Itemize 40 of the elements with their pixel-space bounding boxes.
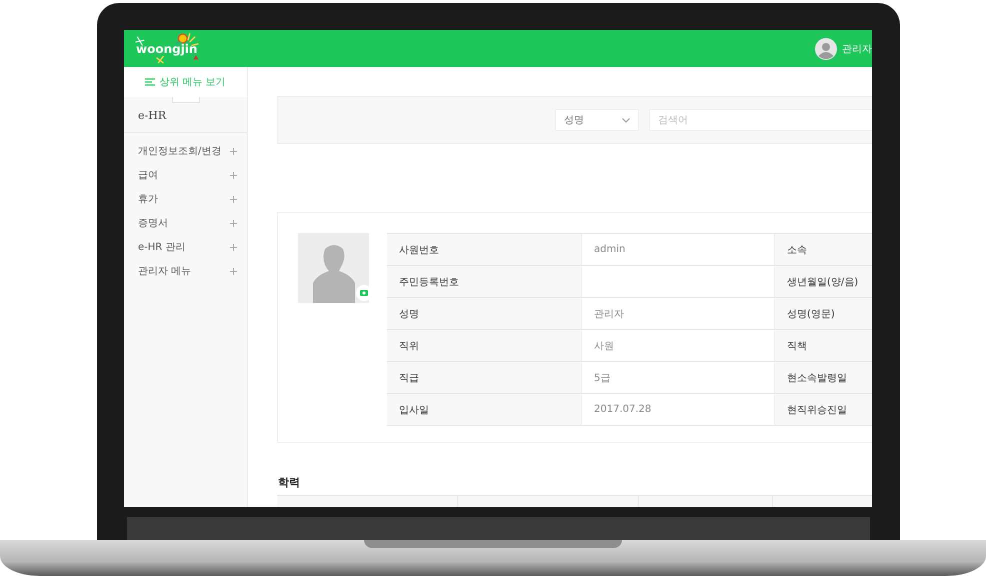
plus-icon[interactable] xyxy=(230,220,237,226)
sidebar-item[interactable]: 관리자 메뉴 xyxy=(124,259,247,283)
field-label: 소속 xyxy=(774,234,872,265)
field-label: 생년월일(양/음) xyxy=(774,266,872,297)
field-label: 사원번호 xyxy=(387,234,581,265)
search-type-select[interactable]: 성명 xyxy=(555,109,639,131)
person-silhouette-icon xyxy=(310,243,356,303)
field-label: 현직위승진일 xyxy=(774,394,872,425)
section-heading: 학력 xyxy=(278,475,301,490)
chevron-down-icon xyxy=(622,118,630,122)
plus-icon[interactable] xyxy=(230,148,237,154)
collapse-tab[interactable] xyxy=(172,97,200,103)
field-label: 현소속발령일 xyxy=(774,362,872,393)
sidebar-item[interactable]: 급여 xyxy=(124,163,247,187)
field-label: 입사일 xyxy=(387,394,581,425)
section-title: e-HR xyxy=(124,103,247,133)
menu-label[interactable]: 개인정보조회/변경 xyxy=(138,144,222,158)
menu-label[interactable]: 관리자 메뉴 xyxy=(138,264,192,278)
plus-icon[interactable] xyxy=(230,268,237,274)
menu-label[interactable]: 증명서 xyxy=(138,216,168,230)
field-label: 성명(영문) xyxy=(774,298,872,329)
sidebar-item[interactable]: 증명서 xyxy=(124,211,247,235)
search-field[interactable]: 검색어 xyxy=(649,109,872,131)
menu-label[interactable]: e-HR 관리 xyxy=(138,240,186,254)
camera-icon[interactable] xyxy=(356,285,372,301)
field-label: 주민등록번호 xyxy=(387,266,581,297)
plus-icon[interactable] xyxy=(230,172,237,178)
plus-icon[interactable] xyxy=(230,244,237,250)
sidebar-item[interactable]: e-HR 관리 xyxy=(124,235,247,259)
sidebar-item[interactable]: 개인정보조회/변경 xyxy=(124,139,247,163)
plus-icon[interactable] xyxy=(230,196,237,202)
field-label: 직책 xyxy=(774,330,872,361)
sidebar-item[interactable]: 휴가 xyxy=(124,187,247,211)
field-label: 성명 xyxy=(387,298,581,329)
field-label: 직급 xyxy=(387,362,581,393)
avatar-icon[interactable] xyxy=(815,38,837,60)
field-label: 직위 xyxy=(387,330,581,361)
menu-label[interactable]: 휴가 xyxy=(138,192,158,206)
menu-label[interactable]: 급여 xyxy=(138,168,158,182)
menu-icon xyxy=(145,78,156,86)
